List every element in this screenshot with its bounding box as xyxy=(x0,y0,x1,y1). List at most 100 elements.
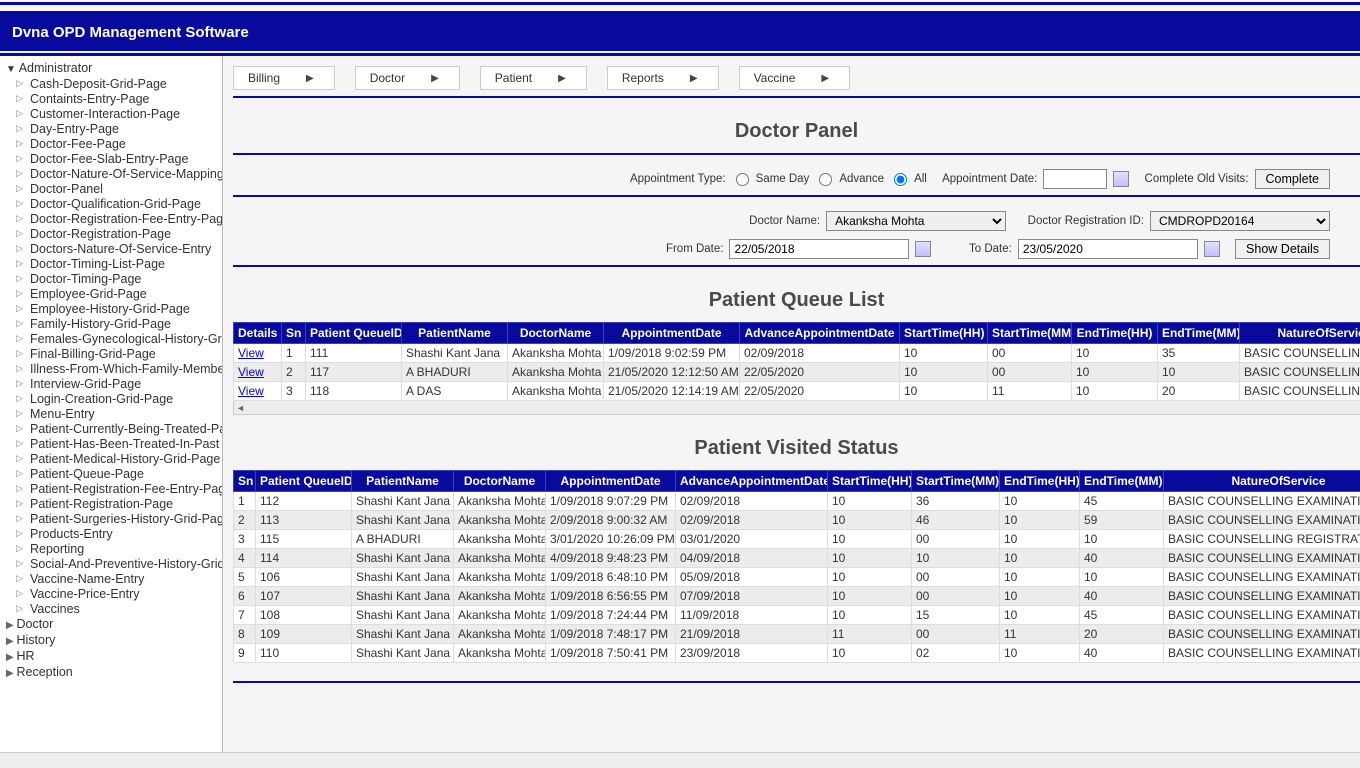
sidebar-item[interactable]: Day-Entry-Page xyxy=(30,121,222,136)
menu-billing[interactable]: Billing▶ xyxy=(233,66,335,90)
sidebar-item[interactable]: Customer-Interaction-Page xyxy=(30,106,222,121)
sidebar-item[interactable]: Patient-Medical-History-Grid-Page xyxy=(30,451,222,466)
calendar-icon[interactable] xyxy=(1204,241,1220,257)
chevron-right-icon: ▶ xyxy=(306,73,314,84)
sidebar-item[interactable]: Login-Creation-Grid-Page xyxy=(30,391,222,406)
sidebar-item[interactable]: Patient-Queue-Page xyxy=(30,466,222,481)
sidebar-item[interactable]: Doctor-Nature-Of-Service-Mapping xyxy=(30,166,222,181)
view-link[interactable]: View xyxy=(238,384,264,398)
tree-root-administrator[interactable]: Administrator xyxy=(6,60,222,76)
from-date-input[interactable] xyxy=(729,239,909,259)
col-header: AppointmentDate xyxy=(604,323,740,344)
sidebar-item[interactable]: Final-Billing-Grid-Page xyxy=(30,346,222,361)
visited-heading: Patient Visited Status xyxy=(233,437,1360,460)
sidebar-item[interactable]: Doctor-Registration-Fee-Entry-Page xyxy=(30,211,222,226)
table-row: 2113Shashi Kant JanaAkanksha Mohta2/09/2… xyxy=(234,511,1360,530)
sidebar-item[interactable]: Doctor-Registration-Page xyxy=(30,226,222,241)
sidebar-item[interactable]: Interview-Grid-Page xyxy=(30,376,222,391)
sidebar-item[interactable]: Employee-Grid-Page xyxy=(30,286,222,301)
page-hscroll[interactable] xyxy=(0,752,1360,768)
col-header: StartTime(MM) xyxy=(912,471,1000,492)
main-content: Billing▶Doctor▶Patient▶Reports▶Vaccine▶ … xyxy=(223,56,1360,754)
sidebar-item[interactable]: Females-Gynecological-History-Grid xyxy=(30,331,222,346)
complete-button[interactable]: Complete xyxy=(1255,169,1331,189)
sidebar-item[interactable]: Vaccines xyxy=(30,601,222,616)
table-row: View2117A BHADURIAkanksha Mohta21/05/202… xyxy=(234,363,1360,382)
sidebar-item[interactable]: Patient-Has-Been-Treated-In-Past xyxy=(30,436,222,451)
table-row: 5106Shashi Kant JanaAkanksha Mohta1/09/2… xyxy=(234,568,1360,587)
menu-vaccine[interactable]: Vaccine▶ xyxy=(739,66,851,90)
menu-reports[interactable]: Reports▶ xyxy=(607,66,719,90)
tree-root[interactable]: Doctor xyxy=(6,616,222,632)
doctor-name-select[interactable]: Akanksha Mohta xyxy=(826,211,1006,231)
sidebar-item[interactable]: Reporting xyxy=(30,541,222,556)
doctor-panel-heading: Doctor Panel xyxy=(233,120,1360,143)
menu-doctor[interactable]: Doctor▶ xyxy=(355,66,460,90)
col-header: Patient QueueID xyxy=(306,323,402,344)
col-header: Patient QueueID xyxy=(256,471,352,492)
radio-all[interactable] xyxy=(894,173,907,186)
app-title: Dvna OPD Management Software xyxy=(12,24,249,41)
sidebar-item[interactable]: Patient-Currently-Being-Treated-Page xyxy=(30,421,222,436)
show-details-button[interactable]: Show Details xyxy=(1235,239,1330,259)
view-link[interactable]: View xyxy=(238,365,264,379)
calendar-icon[interactable] xyxy=(1113,171,1129,187)
sidebar-item[interactable]: Cash-Deposit-Grid-Page xyxy=(30,76,222,91)
sidebar-item[interactable]: Doctor-Fee-Page xyxy=(30,136,222,151)
table-row: 1112Shashi Kant JanaAkanksha Mohta1/09/2… xyxy=(234,492,1360,511)
col-header: AppointmentDate xyxy=(546,471,676,492)
col-header: PatientName xyxy=(352,471,454,492)
appt-type-label: Appointment Type: xyxy=(630,173,726,185)
sidebar-item[interactable]: Doctor-Qualification-Grid-Page xyxy=(30,196,222,211)
to-date-input[interactable] xyxy=(1018,239,1198,259)
sidebar-item[interactable]: Doctor-Timing-List-Page xyxy=(30,256,222,271)
table-row: 3115A BHADURIAkanksha Mohta3/01/2020 10:… xyxy=(234,530,1360,549)
sidebar-item[interactable]: Illness-From-Which-Family-Members xyxy=(30,361,222,376)
col-header: EndTime(MM) xyxy=(1080,471,1164,492)
appt-date-label: Appointment Date: xyxy=(942,173,1037,185)
menu-patient[interactable]: Patient▶ xyxy=(480,66,587,90)
doctor-reg-label: Doctor Registration ID: xyxy=(1028,215,1144,227)
tree-root[interactable]: Reception xyxy=(6,664,222,680)
chevron-right-icon: ▶ xyxy=(558,73,566,84)
view-link[interactable]: View xyxy=(238,346,264,360)
col-header: StartTime(HH) xyxy=(900,323,988,344)
sidebar-item[interactable]: Patient-Registration-Page xyxy=(30,496,222,511)
radio-same-day[interactable] xyxy=(736,173,749,186)
sidebar-item[interactable]: Doctor-Timing-Page xyxy=(30,271,222,286)
sidebar-item[interactable]: Containts-Entry-Page xyxy=(30,91,222,106)
sidebar-item[interactable]: Patient-Registration-Fee-Entry-Page xyxy=(30,481,222,496)
tree-root[interactable]: HR xyxy=(6,648,222,664)
col-header: DoctorName xyxy=(508,323,604,344)
sidebar-item[interactable]: Products-Entry xyxy=(30,526,222,541)
col-header: EndTime(HH) xyxy=(1000,471,1080,492)
doctor-reg-select[interactable]: CMDROPD20164 xyxy=(1150,211,1330,231)
sidebar-item[interactable]: Patient-Surgeries-History-Grid-Page xyxy=(30,511,222,526)
sidebar-item[interactable]: Vaccine-Price-Entry xyxy=(30,586,222,601)
col-header: Sn xyxy=(234,471,256,492)
table-row: 7108Shashi Kant JanaAkanksha Mohta1/09/2… xyxy=(234,606,1360,625)
complete-old-label: Complete Old Visits: xyxy=(1145,173,1249,185)
tree-root[interactable]: History xyxy=(6,632,222,648)
col-header: NatureOfService xyxy=(1240,323,1360,344)
sidebar-item[interactable]: Employee-History-Grid-Page xyxy=(30,301,222,316)
sidebar-item[interactable]: Family-History-Grid-Page xyxy=(30,316,222,331)
appt-date-input[interactable] xyxy=(1043,169,1107,189)
sidebar-item[interactable]: Menu-Entry xyxy=(30,406,222,421)
doctor-name-label: Doctor Name: xyxy=(749,215,820,227)
sidebar-tree[interactable]: Administrator Cash-Deposit-Grid-PageCont… xyxy=(0,56,223,754)
sidebar-item[interactable]: Doctors-Nature-Of-Service-Entry xyxy=(30,241,222,256)
table-row: 9110Shashi Kant JanaAkanksha Mohta1/09/2… xyxy=(234,644,1360,663)
sidebar-item[interactable]: Vaccine-Name-Entry xyxy=(30,571,222,586)
radio-advance[interactable] xyxy=(819,173,832,186)
radio-advance-label: Advance xyxy=(839,173,884,185)
sidebar-item[interactable]: Social-And-Preventive-History-Grid xyxy=(30,556,222,571)
sidebar-item[interactable]: Doctor-Fee-Slab-Entry-Page xyxy=(30,151,222,166)
radio-same-day-label: Same Day xyxy=(756,173,810,185)
queue-table: DetailsSnPatient QueueIDPatientNameDocto… xyxy=(233,322,1360,401)
calendar-icon[interactable] xyxy=(915,241,931,257)
queue-hscroll[interactable]: ◄ xyxy=(233,401,1360,415)
sidebar-item[interactable]: Doctor-Panel xyxy=(30,181,222,196)
col-header: AdvanceAppointmentDate xyxy=(740,323,900,344)
col-header: AdvanceAppointmentDate xyxy=(676,471,828,492)
